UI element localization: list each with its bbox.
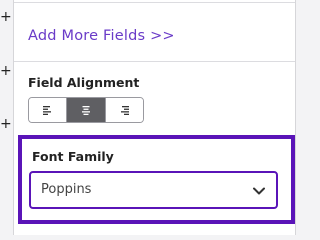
align-left-icon [42, 105, 53, 115]
divider [14, 61, 295, 62]
field-settings-panel: Add More Fields >> Field Alignment Font … [13, 0, 296, 235]
font-family-section: Font Family Poppins [18, 135, 295, 224]
chevron-down-icon [252, 183, 266, 202]
add-plus-icon[interactable]: + [0, 117, 12, 131]
font-family-value: Poppins [41, 182, 92, 197]
field-alignment-group [28, 97, 144, 123]
align-right-button[interactable] [104, 98, 143, 122]
settings-sidebar: + + + Add More Fields >> Field Alignment [0, 0, 299, 235]
font-family-select[interactable]: Poppins [29, 171, 278, 209]
align-left-button[interactable] [29, 98, 67, 122]
font-family-label: Font Family [32, 149, 114, 164]
align-center-icon [81, 105, 91, 115]
field-alignment-label: Field Alignment [28, 75, 140, 90]
add-more-fields-link[interactable]: Add More Fields >> [28, 28, 175, 44]
align-center-button[interactable] [66, 98, 105, 122]
add-plus-icon[interactable]: + [0, 64, 12, 78]
add-plus-icon[interactable]: + [0, 10, 12, 24]
divider [14, 2, 295, 3]
align-right-icon [119, 105, 130, 115]
